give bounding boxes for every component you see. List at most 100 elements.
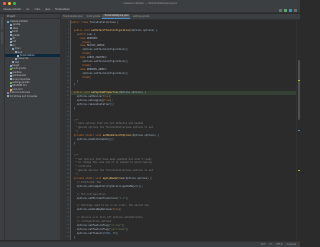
code-token: public: [71, 21, 82, 24]
cursor-position[interactable]: 19:5: [261, 243, 266, 246]
line-number[interactable]: 55: [67, 232, 69, 234]
line-number[interactable]: 43: [67, 185, 69, 187]
editor-tab[interactable]: settings.gradle: [131, 15, 151, 20]
line-number[interactable]: 4: [68, 33, 69, 35]
code-token: (Options options) {: [130, 28, 158, 32]
editor-scrollbar[interactable]: [296, 20, 300, 240]
line-number[interactable]: 15: [67, 76, 69, 78]
indent-setting[interactable]: 4 spaces: [286, 243, 296, 246]
scroll-thumb[interactable]: [297, 60, 300, 120]
line-number[interactable]: 11: [67, 60, 69, 62]
line-number[interactable]: 2: [68, 25, 69, 27]
line-number[interactable]: 50: [67, 212, 69, 214]
line-number[interactable]: 24: [67, 111, 69, 113]
line-number[interactable]: 40: [67, 173, 69, 175]
line-number[interactable]: 27: [67, 122, 69, 124]
code-token: options.setLogging(: [71, 99, 105, 102]
line-number[interactable]: 47: [67, 200, 69, 202]
line-number[interactable]: 29: [67, 130, 69, 132]
line-number[interactable]: 49: [67, 208, 69, 210]
line-ending[interactable]: LF: [269, 243, 271, 246]
gradle-icon: [9, 68, 12, 71]
breadcrumb-separator: ›: [23, 8, 25, 11]
line-number[interactable]: 37: [67, 161, 69, 163]
line-number[interactable]: 19: [67, 91, 69, 93]
line-number[interactable]: 10: [67, 56, 69, 58]
line-number[interactable]: 16: [67, 80, 69, 82]
line-number[interactable]: 52: [67, 220, 69, 222]
line-number[interactable]: 9: [68, 52, 69, 54]
line-number[interactable]: 7: [68, 44, 69, 46]
code-editor[interactable]: public class ToolsInstallerJava { public…: [71, 20, 296, 240]
editor-tab[interactable]: build.gradle: [85, 15, 102, 20]
warning-marker[interactable]: [297, 80, 300, 81]
code-token: ;: [89, 52, 92, 56]
line-number[interactable]: 39: [67, 169, 69, 171]
breadcrumb-item[interactable]: src: [25, 8, 30, 11]
code-token: * to change the code and it is needed to…: [71, 161, 152, 165]
structure-tool-tab[interactable]: [1, 32, 3, 44]
breadcrumb-item[interactable]: classes-installer: [2, 8, 22, 11]
line-number[interactable]: 22: [67, 103, 69, 105]
breadcrumb-item[interactable]: java: [44, 8, 51, 11]
line-number[interactable]: 35: [67, 154, 69, 156]
breadcrumb-item[interactable]: main: [34, 8, 42, 11]
line-number[interactable]: 14: [67, 72, 69, 74]
line-number[interactable]: 1: [68, 21, 69, 23]
warning-marker[interactable]: [297, 170, 300, 171]
line-number[interactable]: 51: [67, 216, 69, 218]
line-number[interactable]: 18: [67, 87, 69, 89]
debug-icon[interactable]: [289, 8, 292, 12]
code-token: options.setMinimumTlsVersion(: [71, 196, 119, 200]
line-number[interactable]: 8: [68, 48, 69, 50]
code-token: case: [79, 56, 87, 60]
line-number[interactable]: 34: [67, 150, 69, 152]
run-icon[interactable]: [284, 8, 287, 12]
line-number[interactable]: 56: [67, 236, 69, 238]
code-token: /**: [71, 153, 79, 157]
file-encoding[interactable]: UTF-8: [276, 243, 282, 246]
tree-item[interactable]: Scratches and Consoles: [5, 95, 60, 98]
editor-tab[interactable]: ToolsInstaller.java: [61, 15, 84, 20]
line-number[interactable]: 44: [67, 189, 69, 191]
line-number[interactable]: 6: [68, 41, 69, 43]
search-icon[interactable]: [294, 8, 297, 12]
line-number[interactable]: 12: [67, 64, 69, 66]
line-number[interactable]: 32: [67, 142, 69, 144]
line-number[interactable]: 21: [67, 99, 69, 101]
line-number[interactable]: 33: [67, 146, 69, 148]
breadcrumb-item[interactable]: ToolsInstaller: [54, 8, 71, 11]
line-number[interactable]: 17: [67, 83, 69, 85]
line-number[interactable]: 38: [67, 165, 69, 167]
xml-icon: [9, 88, 12, 91]
code-token: MACOSX_ARM64:: [86, 44, 106, 48]
line-number[interactable]: 42: [67, 181, 69, 183]
code-token: * Set options that have been updated but…: [71, 157, 152, 161]
line-number[interactable]: 31: [67, 138, 69, 140]
line-number[interactable]: 26: [67, 119, 69, 121]
code-line[interactable]: }: [71, 236, 296, 240]
line-number[interactable]: 48: [67, 204, 69, 206]
code-token: * conflicts: [71, 165, 92, 169]
line-number[interactable]: 3: [68, 29, 69, 31]
line-number[interactable]: 5: [68, 37, 69, 39]
line-number[interactable]: 28: [67, 126, 69, 128]
line-number[interactable]: 30: [67, 134, 69, 136]
editor-tab[interactable]: ToolsInstallerJava.java: [102, 14, 131, 19]
info-marker[interactable]: [297, 130, 300, 131]
line-number[interactable]: 53: [67, 224, 69, 226]
folder-icon: [9, 34, 12, 37]
line-number[interactable]: 13: [67, 68, 69, 70]
project-tool-tab[interactable]: [1, 17, 3, 29]
line-number[interactable]: 41: [67, 177, 69, 179]
line-number[interactable]: 23: [67, 107, 69, 109]
line-number[interactable]: 20: [67, 95, 69, 97]
line-number[interactable]: 54: [67, 228, 69, 230]
line-number[interactable]: 45: [67, 193, 69, 195]
line-number[interactable]: 25: [67, 115, 69, 117]
line-number[interactable]: 46: [67, 197, 69, 199]
build-icon[interactable]: [279, 8, 282, 12]
line-number[interactable]: 36: [67, 158, 69, 160]
